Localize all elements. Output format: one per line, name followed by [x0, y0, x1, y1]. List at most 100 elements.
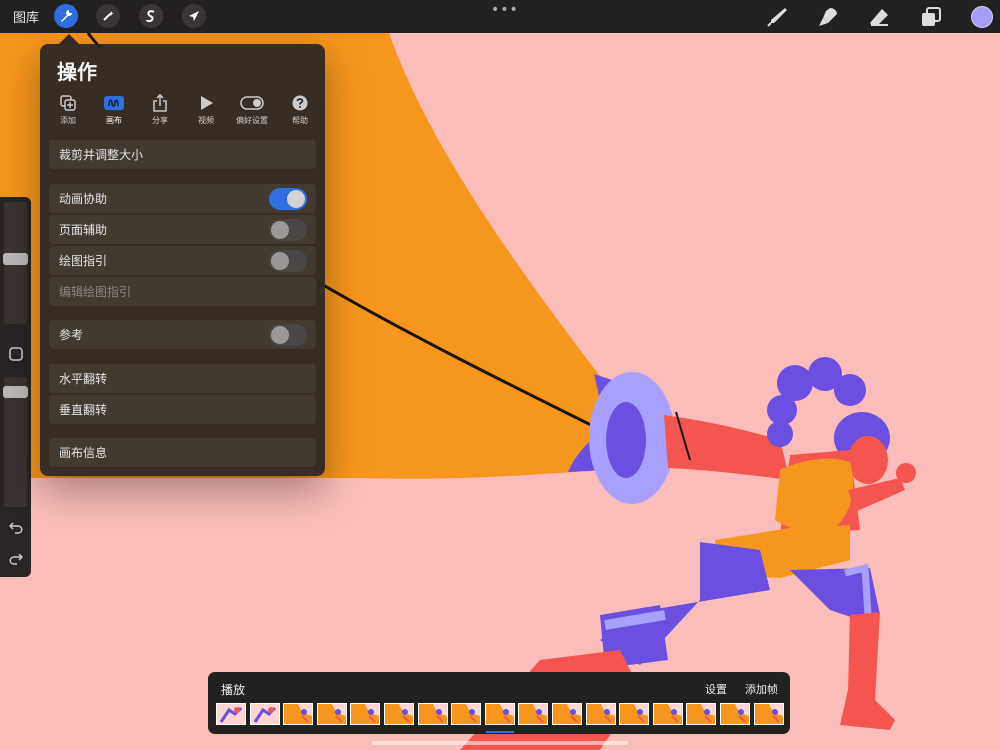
item-label: 垂直翻转 — [59, 403, 108, 417]
undo-button[interactable] — [7, 518, 24, 535]
frame-preview — [284, 704, 312, 724]
flip-vertical-item[interactable]: 垂直翻转 — [49, 395, 316, 424]
frame-thumbnail[interactable] — [518, 703, 548, 725]
tab-label: 添加 — [60, 116, 76, 125]
tab-label: 视频 — [198, 116, 214, 125]
transform-button[interactable] — [182, 4, 206, 28]
item-label: 页面辅助 — [59, 223, 108, 237]
tab-help[interactable]: 帮助 — [280, 94, 320, 126]
play-icon — [201, 96, 213, 110]
undo-icon — [8, 521, 22, 534]
frame-preview — [351, 704, 379, 724]
play-button[interactable]: 播放 — [221, 681, 245, 698]
gallery-button[interactable]: 图库 — [13, 7, 39, 26]
layers-icon[interactable] — [919, 5, 943, 29]
crop-resize-item[interactable]: 裁剪并调整大小 — [49, 140, 316, 169]
tab-label: 帮助 — [292, 116, 308, 125]
frame-thumbnail[interactable] — [653, 703, 683, 725]
frame-thumbnail[interactable] — [250, 703, 280, 725]
frame-preview — [385, 704, 413, 724]
flip-horizontal-item[interactable]: 水平翻转 — [49, 364, 316, 393]
popover-pointer — [59, 34, 79, 44]
frame-thumbnail[interactable] — [720, 703, 750, 725]
animation-assist-item[interactable]: 动画协助 — [49, 184, 316, 213]
item-label: 裁剪并调整大小 — [59, 148, 144, 162]
current-frame-indicator — [486, 731, 514, 733]
frame-thumbnail[interactable] — [754, 703, 784, 725]
frame-preview — [452, 704, 480, 724]
redo-icon — [9, 552, 23, 565]
page-assist-item[interactable]: 页面辅助 — [49, 215, 316, 244]
eraser-icon[interactable] — [867, 5, 891, 29]
actions-wrench-button[interactable] — [54, 4, 78, 28]
item-label: 水平翻转 — [59, 372, 108, 386]
tab-label: 画布 — [106, 116, 122, 125]
add-frame-button[interactable]: 添加帧 — [745, 681, 778, 697]
item-label: 动画协助 — [59, 192, 108, 206]
square-icon — [8, 346, 23, 361]
item-label: 编辑绘图指引 — [59, 285, 132, 299]
frame-preview — [755, 704, 783, 724]
frame-thumbnail[interactable] — [619, 703, 649, 725]
toggle-icon — [240, 96, 264, 110]
frame-preview — [486, 704, 514, 724]
reference-item[interactable]: 参考 — [49, 320, 316, 349]
timeline-settings-button[interactable]: 设置 — [705, 681, 727, 697]
page-assist-toggle[interactable] — [269, 218, 307, 241]
magic-wand-icon — [103, 11, 114, 21]
animation-assist-toggle[interactable] — [269, 187, 307, 210]
popover-title: 操作 — [57, 60, 97, 84]
frame-thumbnail[interactable] — [485, 703, 515, 725]
canvas-icon — [104, 96, 124, 110]
opacity-thumb[interactable] — [3, 386, 28, 398]
frame-thumbnail[interactable] — [586, 703, 616, 725]
frame-thumbnail[interactable] — [216, 703, 246, 725]
frame-thumbnail[interactable] — [317, 703, 347, 725]
color-picker-button[interactable] — [971, 6, 993, 28]
help-icon — [292, 95, 308, 111]
frame-strip[interactable] — [216, 703, 786, 727]
tab-add[interactable]: 添加 — [48, 94, 88, 126]
frame-preview — [587, 704, 615, 724]
frame-thumbnail[interactable] — [686, 703, 716, 725]
tab-share[interactable]: 分享 — [140, 94, 180, 126]
frame-thumbnail[interactable] — [552, 703, 582, 725]
home-indicator — [372, 741, 628, 745]
modify-button[interactable] — [7, 345, 24, 362]
brush-icon[interactable] — [765, 5, 789, 29]
frame-thumbnail[interactable] — [451, 703, 481, 725]
left-sidebar — [0, 197, 31, 577]
wrench-icon — [61, 10, 72, 22]
frame-thumbnail[interactable] — [384, 703, 414, 725]
more-dots-icon[interactable]: ••• — [491, 2, 519, 18]
reference-toggle[interactable] — [269, 323, 307, 346]
brush-size-thumb[interactable] — [3, 253, 28, 265]
canvas-info-item[interactable]: 画布信息 — [49, 438, 316, 467]
selection-s-icon — [146, 10, 155, 23]
redo-button[interactable] — [7, 549, 24, 566]
actions-tabs: 添加 画布 分享 视频 偏好设置 帮助 — [48, 94, 318, 130]
share-icon — [153, 94, 167, 112]
frame-preview — [253, 706, 277, 723]
smudge-icon[interactable] — [816, 5, 840, 29]
frame-thumbnail[interactable] — [283, 703, 313, 725]
adjustments-button[interactable] — [96, 4, 120, 28]
frame-preview — [620, 704, 648, 724]
frame-thumbnail[interactable] — [418, 703, 448, 725]
frame-preview — [687, 704, 715, 724]
actions-popover: 操作 添加 画布 分享 视频 偏好设置 帮助 裁剪并调整大小 动画协助 页面辅助… — [40, 44, 325, 476]
tab-video[interactable]: 视频 — [186, 94, 226, 126]
selection-button[interactable] — [139, 4, 163, 28]
drawing-guide-item[interactable]: 绘图指引 — [49, 246, 316, 275]
add-file-icon — [60, 95, 76, 111]
frame-preview — [419, 704, 447, 724]
frame-preview — [219, 706, 243, 723]
transform-arrow-icon — [189, 11, 199, 21]
frame-preview — [654, 704, 682, 724]
drawing-guide-toggle[interactable] — [269, 249, 307, 272]
tab-label: 分享 — [152, 116, 168, 125]
tab-preferences[interactable]: 偏好设置 — [232, 94, 272, 126]
frame-thumbnail[interactable] — [350, 703, 380, 725]
edit-drawing-guide-item[interactable]: 编辑绘图指引 — [49, 277, 316, 306]
tab-canvas[interactable]: 画布 — [94, 94, 134, 126]
